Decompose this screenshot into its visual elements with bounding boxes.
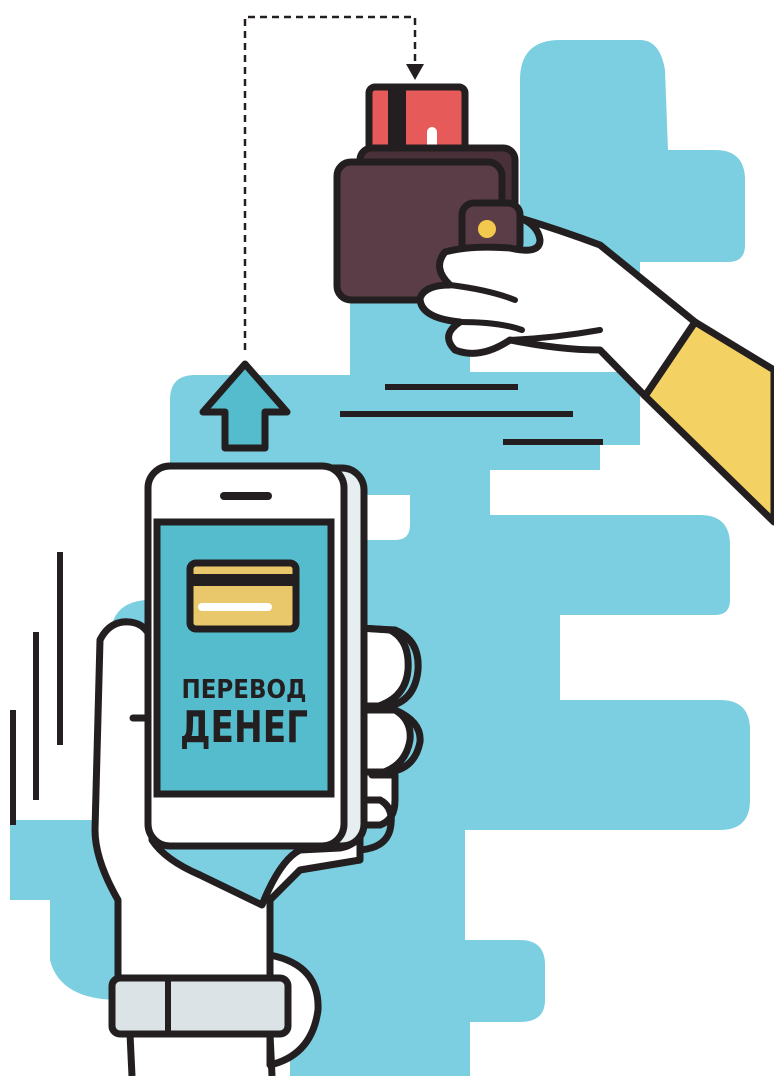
screen-title-line-1: ПЕРЕВОД bbox=[182, 675, 307, 705]
wallet-clasp-button bbox=[478, 220, 496, 238]
speaker-slot bbox=[220, 492, 272, 500]
money-transfer-illustration: ПЕРЕВОД ДЕНЕГ bbox=[10, 15, 774, 1076]
credit-card-icon bbox=[186, 559, 300, 633]
motion-lines-left bbox=[10, 552, 63, 825]
arrow-down-icon bbox=[406, 64, 424, 80]
smartphone-icon: ПЕРЕВОД ДЕНЕГ bbox=[144, 462, 368, 850]
screen-title-line-2: ДЕНЕГ bbox=[180, 702, 308, 753]
